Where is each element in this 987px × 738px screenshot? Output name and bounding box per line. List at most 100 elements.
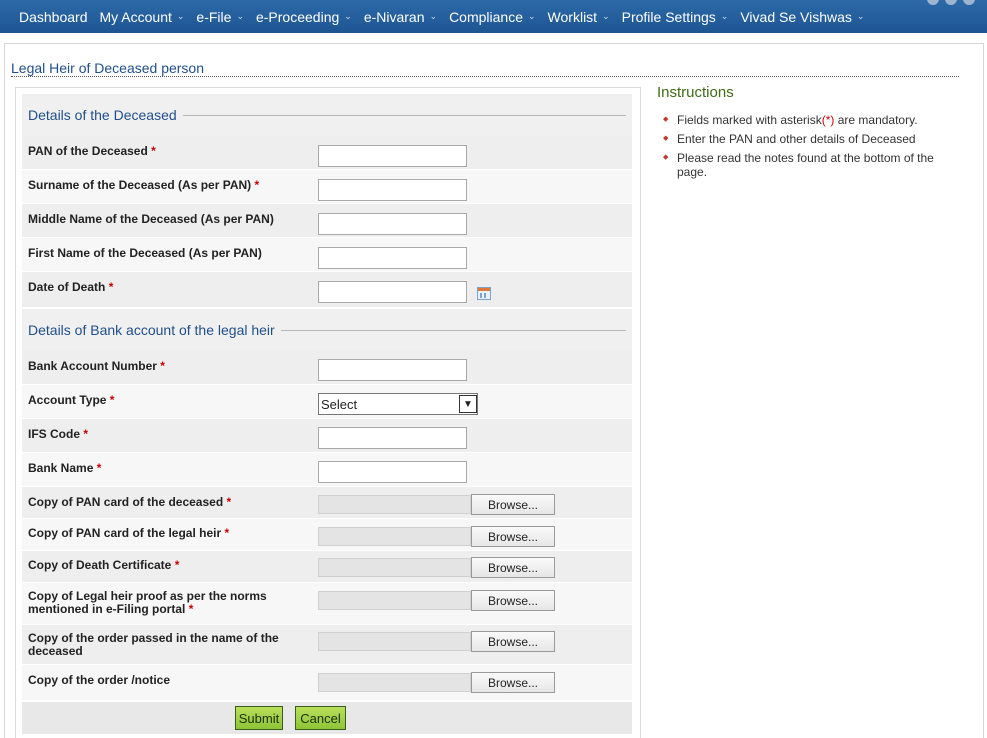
section-header-deceased: Details of the Deceased — [22, 94, 632, 136]
browse-button[interactable]: Browse... — [471, 631, 555, 652]
form-row-account-number: Bank Account Number * — [22, 351, 632, 385]
browse-button[interactable]: Browse... — [471, 526, 555, 547]
required-mark: * — [160, 359, 165, 373]
section-title: Details of Bank account of the legal hei… — [28, 322, 275, 338]
section-title: Details of the Deceased — [28, 107, 177, 123]
field-label: Surname of the Deceased (As per PAN) * — [28, 178, 260, 192]
nav-e-file[interactable]: e-File ⌄ — [196, 9, 244, 25]
section-header-bank: Details of Bank account of the legal hei… — [22, 309, 632, 351]
nav-profile-settings[interactable]: Profile Settings ⌄ — [622, 9, 729, 25]
date-of-death-input[interactable] — [318, 281, 467, 303]
field-label: Middle Name of the Deceased (As per PAN) — [28, 212, 274, 226]
form-row-pan-card-heir: Copy of PAN card of the legal heir * Bro… — [22, 519, 632, 551]
instruction-item: Fields marked with asterisk(*) are manda… — [663, 113, 958, 127]
dot-icon — [927, 0, 939, 5]
chevron-down-icon: ⌄ — [528, 11, 536, 21]
form-row-bank-name: Bank Name * — [22, 453, 632, 487]
section-divider — [280, 329, 626, 331]
page-title: Legal Heir of Deceased person — [11, 60, 205, 76]
field-label: PAN of the Deceased * — [28, 144, 156, 158]
field-label: Bank Name * — [28, 461, 102, 475]
nav-worklist[interactable]: Worklist ⌄ — [548, 9, 610, 25]
chevron-down-icon: ⌄ — [720, 11, 729, 21]
nav-decorative-dots — [927, 0, 975, 5]
pan-input[interactable] — [318, 145, 467, 167]
nav-my-account[interactable]: My Account ⌄ — [100, 9, 185, 25]
field-label: Copy of PAN card of the legal heir * — [28, 526, 230, 540]
required-mark: * — [224, 526, 230, 540]
death-certificate-file-field — [318, 558, 471, 577]
form-row-ifsc: IFS Code * — [22, 419, 632, 453]
required-mark: * — [226, 495, 232, 509]
required-mark: * — [188, 602, 194, 616]
order-notice-file-field — [318, 673, 471, 692]
field-label: Copy of Legal heir proof as per the norm… — [28, 589, 267, 616]
nav-compliance[interactable]: Compliance ⌄ — [449, 9, 535, 25]
form-row-death-certificate: Copy of Death Certificate * Browse... — [22, 551, 632, 583]
chevron-down-icon: ⌄ — [176, 11, 185, 21]
form-row-date-of-death: Date of Death * — [22, 272, 632, 308]
required-mark: * — [96, 461, 102, 475]
browse-button[interactable]: Browse... — [471, 557, 555, 578]
nav-e-proceeding[interactable]: e-Proceeding ⌄ — [256, 9, 352, 25]
pan-card-deceased-file-field — [318, 495, 471, 514]
nav-label: Worklist — [547, 8, 598, 25]
chevron-down-icon: ⌄ — [429, 11, 438, 21]
nav-dashboard[interactable]: Dashboard — [19, 9, 88, 25]
section-divider — [182, 114, 626, 116]
submit-button[interactable]: Submit — [235, 706, 283, 730]
nav-label: e-Nivaran — [363, 8, 425, 25]
chevron-down-icon: ⌄ — [602, 11, 610, 21]
chevron-down-icon: ⌄ — [856, 11, 865, 21]
account-number-input[interactable] — [318, 359, 467, 381]
bank-name-input[interactable] — [318, 461, 467, 483]
surname-input[interactable] — [318, 179, 467, 201]
nav-label: My Account — [99, 8, 172, 25]
form-actions: Submit Cancel — [22, 702, 632, 734]
browse-button[interactable]: Browse... — [471, 494, 555, 515]
title-divider — [11, 76, 959, 77]
calendar-icon[interactable] — [477, 287, 491, 300]
middle-name-input[interactable] — [318, 213, 467, 235]
ifsc-input[interactable] — [318, 427, 467, 449]
nav-label: e-Proceeding — [255, 8, 340, 25]
required-mark: * — [174, 558, 180, 572]
instructions-list: Fields marked with asterisk(*) are manda… — [663, 113, 958, 184]
form-row-pan-card-deceased: Copy of PAN card of the deceased * Brows… — [22, 487, 632, 519]
required-mark: * — [254, 178, 260, 192]
dot-icon — [945, 0, 957, 5]
legal-heir-proof-file-field — [318, 591, 471, 610]
required-mark: * — [108, 280, 114, 294]
browse-button[interactable]: Browse... — [471, 590, 555, 611]
instructions-title: Instructions — [657, 84, 734, 101]
field-label: Date of Death * — [28, 280, 114, 294]
nav-e-nivaran[interactable]: e-Nivaran ⌄ — [364, 9, 437, 25]
field-label: Copy of the order passed in the name of … — [28, 631, 279, 658]
form-row-legal-heir-proof: Copy of Legal heir proof as per the norm… — [22, 583, 632, 625]
nav-label: e-File — [196, 8, 232, 25]
nav-label: Vivad Se Vishwas — [740, 8, 852, 25]
chevron-down-icon: ⌄ — [236, 11, 244, 21]
field-label: Copy of the order /notice — [28, 673, 171, 687]
field-label: Copy of PAN card of the deceased * — [28, 495, 232, 509]
form-row-surname: Surname of the Deceased (As per PAN) * — [22, 170, 632, 204]
form-row-order-deceased: Copy of the order passed in the name of … — [22, 625, 632, 665]
chevron-down-icon: ⌄ — [344, 11, 352, 21]
instruction-item: Please read the notes found at the botto… — [663, 151, 958, 179]
browse-button[interactable]: Browse... — [471, 672, 555, 693]
pan-card-heir-file-field — [318, 527, 471, 546]
form-row-pan: PAN of the Deceased * — [22, 136, 632, 170]
order-deceased-file-field — [318, 632, 471, 651]
field-label: First Name of the Deceased (As per PAN) — [28, 246, 262, 260]
field-label: Bank Account Number * — [28, 359, 165, 373]
chevron-down-icon[interactable]: ▼ — [459, 395, 477, 413]
form-row-middle-name: Middle Name of the Deceased (As per PAN) — [22, 204, 632, 238]
nav-label: Compliance — [449, 8, 523, 25]
field-label: Copy of Death Certificate * — [28, 558, 180, 572]
cancel-button[interactable]: Cancel — [295, 706, 346, 730]
nav-label: Profile Settings — [621, 8, 716, 25]
first-name-input[interactable] — [318, 247, 467, 269]
account-type-select[interactable]: Select ▼ — [318, 393, 478, 415]
field-label: IFS Code * — [28, 427, 89, 441]
nav-vivad-se-vishwas[interactable]: Vivad Se Vishwas ⌄ — [740, 9, 864, 25]
